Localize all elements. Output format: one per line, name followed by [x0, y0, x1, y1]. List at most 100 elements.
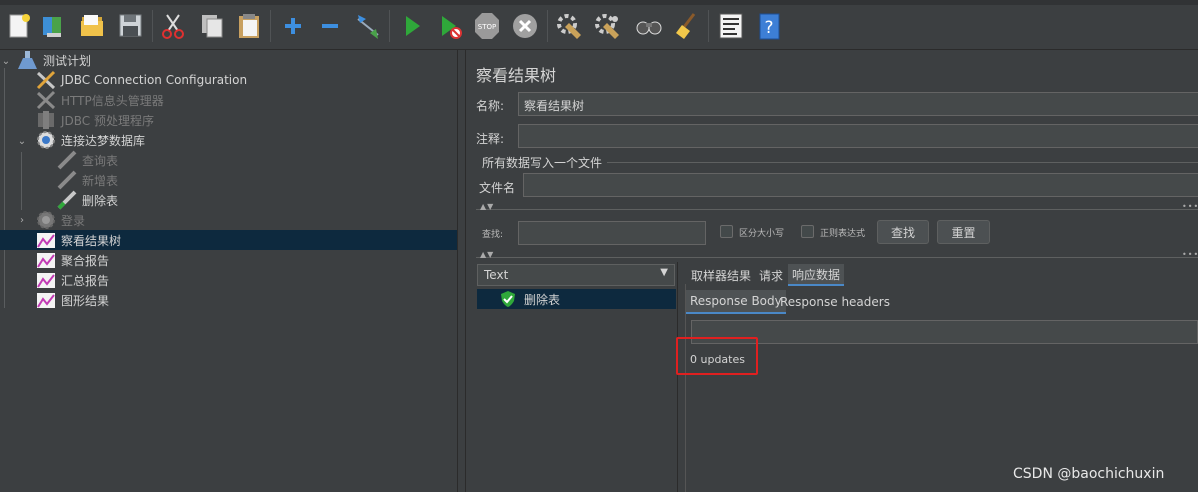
save-button[interactable]	[113, 8, 147, 44]
tree-node-label: JDBC 预处理程序	[61, 113, 154, 128]
listener-icon	[37, 273, 55, 288]
name-field[interactable]: 察看结果树	[518, 92, 1198, 116]
clear-icon	[557, 14, 581, 39]
comment-field[interactable]	[518, 124, 1198, 148]
expand-button[interactable]	[276, 8, 310, 44]
tree-node-thread-group-db[interactable]: 连接达梦数据库	[35, 130, 145, 150]
tree-node-jdbc-connection[interactable]: JDBC Connection Configuration	[35, 70, 247, 90]
tab-response-data[interactable]: 响应数据	[788, 264, 845, 286]
tree-node-thread-group-login[interactable]: 登录	[35, 210, 85, 230]
reset-button[interactable]: 重置	[937, 220, 990, 244]
templates-icon	[43, 17, 61, 37]
start-no-pause-icon	[442, 16, 462, 39]
cut-button[interactable]	[156, 8, 190, 44]
shutdown-icon	[513, 14, 537, 38]
preprocessor-icon	[38, 111, 54, 129]
collapse-icon	[322, 24, 338, 28]
reset-search-button[interactable]	[669, 8, 703, 44]
more-dots-icon[interactable]: •••	[1182, 250, 1198, 259]
search-label: 查找:	[482, 230, 504, 240]
clear-all-icon	[595, 14, 619, 39]
tab-sampler-result[interactable]: 取样器结果	[687, 264, 755, 286]
help-icon: ?	[759, 13, 780, 40]
tree-node-graph-results[interactable]: 图形结果	[35, 290, 109, 310]
gear-icon	[37, 211, 55, 229]
case-sensitive-checkbox[interactable]	[720, 225, 733, 238]
collapse-button[interactable]	[313, 8, 347, 44]
wrench-icon	[36, 70, 56, 90]
function-helper-button[interactable]	[714, 8, 748, 44]
tree-node-label: 连接达梦数据库	[61, 133, 146, 148]
renderer-select[interactable]: Text ▼	[477, 264, 675, 286]
tree-node-label: 测试计划	[43, 53, 92, 68]
chevron-right-icon[interactable]: ›	[16, 214, 28, 226]
search-input[interactable]	[518, 221, 706, 245]
copy-icon	[202, 15, 223, 38]
templates-button[interactable]	[36, 8, 70, 44]
chevron-down-icon[interactable]: ⌄	[16, 135, 28, 147]
tree-node-label: 察看结果树	[61, 233, 122, 248]
more-dots-icon[interactable]: •••	[1182, 202, 1198, 211]
filename-field[interactable]	[523, 173, 1198, 197]
stop-button[interactable]: STOP	[470, 8, 504, 44]
new-button[interactable]	[2, 8, 36, 44]
toolbar-separator	[389, 10, 390, 42]
paste-button[interactable]	[232, 8, 266, 44]
collapse-arrows-icon[interactable]: ▲▼	[480, 202, 494, 211]
gear-icon	[37, 131, 55, 149]
filename-label: 文件名	[479, 181, 516, 195]
open-button[interactable]	[75, 8, 109, 44]
tree-node-label: 汇总报告	[61, 273, 110, 288]
renderer-value: Text	[484, 268, 509, 282]
tree-node-test-plan[interactable]: 测试计划	[17, 50, 91, 70]
group-border	[607, 162, 1198, 163]
response-search-field[interactable]	[691, 320, 1198, 344]
name-label: 名称:	[476, 99, 505, 113]
chevron-down-icon[interactable]: ⌄	[0, 55, 12, 67]
tree-node-label: 图形结果	[61, 293, 110, 308]
result-item[interactable]: 删除表	[477, 289, 676, 309]
tab-response-body[interactable]: Response Body	[686, 290, 786, 314]
clear-button[interactable]	[552, 8, 586, 44]
function-helper-icon	[719, 13, 743, 39]
panel-splitter[interactable]	[457, 50, 466, 492]
tree-node-view-results-tree[interactable]: 察看结果树	[0, 230, 457, 250]
clear-all-button[interactable]	[590, 8, 624, 44]
tab-request[interactable]: 请求	[755, 264, 787, 286]
tree-guide-line	[4, 68, 5, 308]
save-icon	[119, 14, 142, 37]
tree-node-delete-table[interactable]: 删除表	[56, 190, 118, 210]
panel-title: 察看结果树	[476, 66, 557, 85]
divider	[476, 209, 1198, 210]
tree-node-http-header-manager[interactable]: HTTP信息头管理器	[35, 90, 164, 110]
tree-node-label: 聚合报告	[61, 253, 110, 268]
new-icon	[9, 14, 30, 38]
toggle-button[interactable]	[351, 8, 385, 44]
shutdown-button[interactable]	[508, 8, 542, 44]
open-icon	[81, 15, 103, 36]
help-button[interactable]: ?	[752, 8, 786, 44]
regex-checkbox[interactable]	[801, 225, 814, 238]
find-button[interactable]: 查找	[877, 220, 929, 244]
listener-icon	[37, 293, 55, 308]
search-button[interactable]	[632, 8, 666, 44]
tree-node-summary-report[interactable]: 汇总报告	[35, 270, 109, 290]
collapse-arrows-icon[interactable]: ▲▼	[480, 250, 494, 259]
tree-node-insert-table[interactable]: 新增表	[56, 170, 118, 190]
tree-guide-line	[21, 152, 22, 210]
title-strip	[0, 0, 1198, 5]
paste-icon	[239, 14, 259, 38]
wrench-icon	[36, 90, 56, 110]
chevron-down-icon: ▼	[660, 267, 668, 278]
tree-node-query-table[interactable]: 查询表	[56, 150, 118, 170]
success-shield-icon	[501, 291, 515, 307]
watermark: CSDN @baochichuxin	[1013, 466, 1165, 482]
toolbar-separator	[547, 10, 548, 42]
start-button[interactable]	[395, 8, 429, 44]
start-no-pause-button[interactable]	[433, 8, 467, 44]
tree-node-aggregate-report[interactable]: 聚合报告	[35, 250, 109, 270]
expand-icon	[285, 18, 301, 34]
tab-response-headers[interactable]: Response headers	[776, 290, 894, 314]
copy-button[interactable]	[195, 8, 229, 44]
tree-node-jdbc-preprocessor[interactable]: JDBC 预处理程序	[35, 110, 154, 130]
